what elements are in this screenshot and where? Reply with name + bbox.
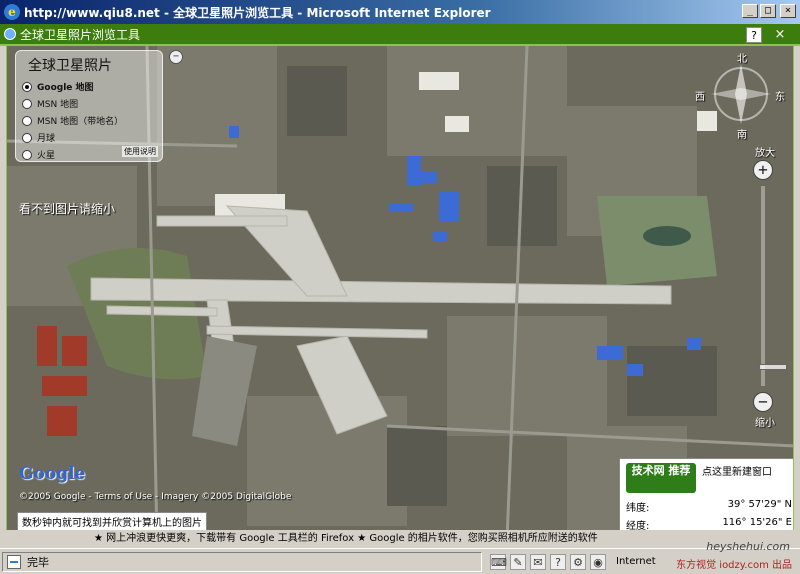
satellite-map[interactable]: 全球卫星照片 Google 地图 MSN 地图 MSN 地图（带地名） 月球 火… <box>6 46 794 540</box>
help-icon[interactable]: ? <box>550 553 566 570</box>
compass[interactable]: 北 东 南 西 <box>695 54 785 141</box>
page-icon <box>7 554 21 569</box>
radio-icon[interactable] <box>22 98 32 109</box>
coordinates-box: 技术网 推荐 点这里新建窗口 纬度: 39° 57'29" N 经度: 116°… <box>619 458 793 540</box>
close-button[interactable]: × <box>780 4 796 18</box>
compass-north[interactable]: 北 <box>737 50 747 65</box>
layer-option-label: MSN 地图 <box>37 100 79 110</box>
publisher-watermark: 东方视觉 iodzy.com 出品 <box>676 560 792 571</box>
layer-option-label: MSN 地图（带地名） <box>37 117 124 127</box>
panel-title: 全球卫星照片 <box>28 58 112 74</box>
layer-option-label: Google 地图 <box>37 83 94 93</box>
zoom-slider-track[interactable] <box>759 186 787 386</box>
app-close-button[interactable]: × <box>772 27 788 43</box>
app-help-button[interactable]: ? <box>746 27 762 43</box>
compass-east[interactable]: 东 <box>775 88 785 103</box>
zoom-slider-thumb[interactable] <box>759 364 787 371</box>
globe-icon <box>4 28 16 40</box>
latitude-label: 纬度: <box>626 503 650 514</box>
maximize-button[interactable]: □ <box>760 4 776 18</box>
map-layer-panel: 全球卫星照片 Google 地图 MSN 地图 MSN 地图（带地名） 月球 火… <box>15 50 163 162</box>
window-titlebar[interactable]: e http://www.qiu8.net - 全球卫星照片浏览工具 - Mic… <box>0 0 800 24</box>
help-link[interactable]: 使用说明 <box>122 146 158 157</box>
window-controls: _ □ × <box>742 4 796 18</box>
new-window-link[interactable]: 点这里新建窗口 <box>702 463 772 478</box>
map-copyright: ©2005 Google - Terms of Use - Imagery ©2… <box>19 492 292 502</box>
layer-option-moon[interactable]: 月球 <box>22 129 156 146</box>
window-title: http://www.qiu8.net - 全球卫星照片浏览工具 - Micro… <box>24 5 491 20</box>
layer-option-label: 火星 <box>37 151 56 161</box>
panel-collapse-button[interactable]: − <box>169 50 183 64</box>
status-panel: 完毕 <box>2 551 482 572</box>
pen-icon[interactable]: ✎ <box>510 553 526 570</box>
layer-option-label: 月球 <box>37 134 56 144</box>
security-zone: Internet <box>616 556 656 567</box>
zoom-out-label: 缩小 <box>755 418 775 429</box>
compass-west[interactable]: 西 <box>695 88 705 103</box>
radio-icon[interactable] <box>22 149 32 160</box>
zoom-hint: 看不到图片请缩小 <box>19 202 116 216</box>
layer-option-msn[interactable]: MSN 地图 <box>22 95 156 112</box>
compass-rose-icon <box>711 64 771 124</box>
status-tray: ⌨ ✎ ✉ ? ⚙ ◉ Internet <box>490 553 656 570</box>
google-logo: Google <box>19 464 86 484</box>
ie-icon: e <box>4 4 20 20</box>
latitude-row: 纬度: 39° 57'29" N <box>626 499 792 514</box>
compass-south[interactable]: 南 <box>737 126 747 141</box>
minimize-button[interactable]: _ <box>742 4 758 18</box>
keyboard-icon[interactable]: ⌨ <box>490 553 507 570</box>
internet-zone-icon: ◉ <box>590 553 606 570</box>
zoom-out-button[interactable]: − <box>753 392 773 412</box>
site-watermark: heyshehui.com <box>706 540 790 553</box>
radio-icon[interactable] <box>22 81 32 92</box>
zoom-in-button[interactable]: + <box>753 160 773 180</box>
app-titlebar: 全球卫星照片浏览工具 ? × <box>0 24 800 46</box>
radio-icon[interactable] <box>22 115 32 126</box>
ad-ticker[interactable]: ★ 网上冲浪更快更爽，下载带有 Google 工具栏的 Firefox ★ Go… <box>0 530 800 548</box>
app-title: 全球卫星照片浏览工具 <box>20 27 141 42</box>
zoom-control: 放大 + − 缩小 <box>747 136 787 429</box>
layer-option-google[interactable]: Google 地图 <box>22 78 156 95</box>
status-text: 完毕 <box>27 555 49 569</box>
radio-icon[interactable] <box>22 132 32 143</box>
tool-icon[interactable]: ⚙ <box>570 553 586 570</box>
bottom-tip[interactable]: 数秒钟内就可找到并欣赏计算机上的图片 <box>17 512 207 531</box>
sponsor-logo[interactable]: 技术网 推荐 <box>626 463 696 493</box>
layer-option-msn-labels[interactable]: MSN 地图（带地名） <box>22 112 156 129</box>
zoom-in-label: 放大 <box>755 148 775 159</box>
mail-icon[interactable]: ✉ <box>530 553 546 570</box>
latitude-value: 39° 57'29" N <box>727 499 792 510</box>
